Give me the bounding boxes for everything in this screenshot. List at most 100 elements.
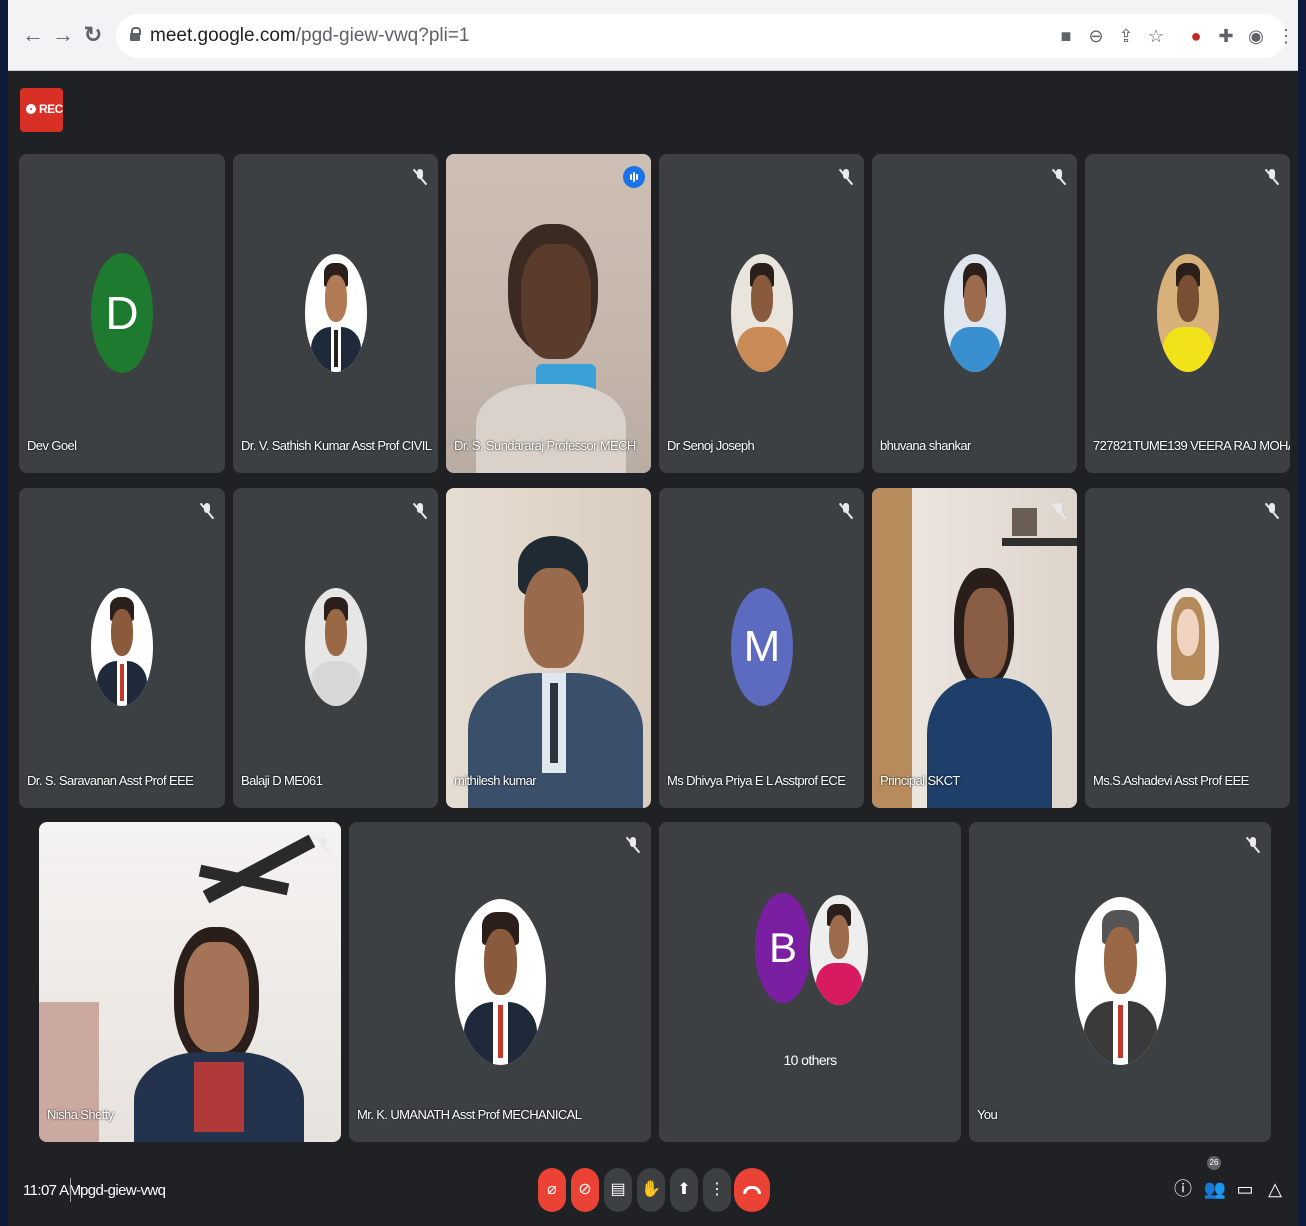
participant-name: bhuvana shankar bbox=[880, 438, 971, 453]
meet-window: ← → ↻ meet.google.com/pgd-giew-vwq?pli=1… bbox=[8, 0, 1298, 1226]
participant-name: Dev Goel bbox=[27, 438, 77, 453]
participant-name: Ms.S.Ashadevi Asst Prof EEE bbox=[1093, 773, 1249, 788]
captions-icon: ▤ bbox=[610, 1181, 626, 1198]
mic-off-icon bbox=[838, 168, 854, 186]
participant-count-badge: 26 bbox=[1207, 1156, 1221, 1170]
avatar bbox=[808, 893, 870, 1007]
hand-icon: ✋ bbox=[641, 1181, 661, 1198]
more-vert-icon: ⋮ bbox=[709, 1181, 725, 1198]
avatar bbox=[1075, 897, 1166, 1065]
participant-name: mithilesh kumar bbox=[454, 773, 537, 788]
leave-call-button[interactable] bbox=[734, 1168, 770, 1212]
participant-name: Balaji D ME061 bbox=[241, 773, 323, 788]
browser-toolbar: ← → ↻ meet.google.com/pgd-giew-vwq?pli=1… bbox=[8, 0, 1298, 71]
mic-off-icon bbox=[838, 502, 854, 520]
chat-icon[interactable]: ▭ bbox=[1233, 1176, 1257, 1202]
mic-off-icon bbox=[412, 502, 428, 520]
avatar bbox=[91, 588, 153, 706]
video-feed bbox=[446, 154, 651, 473]
star-icon[interactable]: ☆ bbox=[1144, 24, 1168, 48]
participant-tile[interactable]: mithilesh kumar bbox=[446, 488, 651, 808]
address-bar[interactable]: meet.google.com/pgd-giew-vwq?pli=1 ■ ⊖ ⇪… bbox=[116, 14, 1295, 58]
others-count: 10 others bbox=[783, 1052, 838, 1068]
more-options-button[interactable]: ⋮ bbox=[703, 1168, 731, 1212]
mic-off-icon bbox=[412, 168, 428, 186]
mic-off-icon bbox=[1051, 168, 1067, 186]
participant-name: Dr. S. Saravanan Asst Prof EEE bbox=[27, 773, 194, 788]
participant-name: Dr. V. Sathish Kumar Asst Prof CIVIL bbox=[241, 438, 432, 453]
avatar-letter: M bbox=[731, 588, 793, 706]
avatar bbox=[305, 588, 367, 706]
meeting-code: pgd-giew-vwq bbox=[80, 1182, 166, 1199]
video-feed bbox=[446, 488, 651, 808]
divider bbox=[70, 1178, 71, 1202]
video-feed bbox=[872, 488, 1077, 808]
mic-off-button[interactable]: ⌀ bbox=[538, 1168, 566, 1212]
participant-tile[interactable]: bhuvana shankar bbox=[872, 154, 1077, 473]
participant-tile[interactable]: M Ms Dhivya Priya E L Asstprof ECE bbox=[659, 488, 864, 808]
captions-button[interactable]: ▤ bbox=[604, 1168, 632, 1212]
avatar bbox=[455, 899, 546, 1065]
record-icon bbox=[26, 104, 36, 114]
participant-name: 727821TUME139 VEERA RAJ MOHAN J. bbox=[1093, 438, 1290, 453]
camera-off-button[interactable]: ⊘ bbox=[571, 1168, 599, 1212]
extension-icon[interactable]: ● bbox=[1184, 24, 1208, 48]
camera-icon[interactable]: ■ bbox=[1054, 24, 1078, 48]
mic-off-icon bbox=[1264, 168, 1280, 186]
participant-name: Dr. S. Sundararaj Professor MECH bbox=[454, 438, 636, 453]
avatar-letter: D bbox=[91, 253, 153, 373]
speaking-indicator-icon bbox=[623, 166, 645, 188]
participant-name: Ms Dhivya Priya E L Asstprof ECE bbox=[667, 773, 846, 788]
participant-tile[interactable]: Ms.S.Ashadevi Asst Prof EEE bbox=[1085, 488, 1290, 808]
reload-icon[interactable]: ↻ bbox=[80, 22, 106, 48]
participant-name: Mr. K. UMANATH Asst Prof MECHANICAL bbox=[357, 1107, 582, 1122]
avatar bbox=[1157, 588, 1219, 706]
participant-name: Dr Senoj Joseph bbox=[667, 438, 755, 453]
avatar bbox=[944, 254, 1006, 372]
self-tile[interactable]: You bbox=[969, 822, 1271, 1142]
arrow-right-icon[interactable]: → bbox=[50, 22, 76, 48]
profile-icon[interactable]: ◉ bbox=[1244, 24, 1268, 48]
phone-hangup-icon bbox=[743, 1186, 761, 1194]
others-tile[interactable]: B 10 others bbox=[659, 822, 961, 1142]
rec-label: REC bbox=[39, 102, 63, 116]
present-icon: ⬆ bbox=[677, 1181, 691, 1198]
mic-off-icon bbox=[1264, 502, 1280, 520]
puzzle-icon[interactable]: ✚ bbox=[1214, 24, 1238, 48]
participant-name: Nisha Shetty bbox=[47, 1107, 114, 1122]
activities-icon[interactable]: △ bbox=[1263, 1176, 1287, 1202]
zoom-icon[interactable]: ⊖ bbox=[1084, 24, 1108, 48]
camera-off-icon: ⊘ bbox=[578, 1181, 592, 1198]
participant-tile[interactable]: Balaji D ME061 bbox=[233, 488, 438, 808]
share-icon[interactable]: ⇪ bbox=[1114, 24, 1138, 48]
participant-tile[interactable]: Dr. S. Saravanan Asst Prof EEE bbox=[19, 488, 225, 808]
participant-tile[interactable]: 727821TUME139 VEERA RAJ MOHAN J. bbox=[1085, 154, 1290, 473]
participant-tile[interactable]: Mr. K. UMANATH Asst Prof MECHANICAL bbox=[349, 822, 651, 1142]
recording-badge: REC bbox=[20, 88, 63, 132]
participant-tile[interactable]: Principal SKCT bbox=[872, 488, 1077, 808]
participant-tile[interactable]: Dr Senoj Joseph bbox=[659, 154, 864, 473]
avatar bbox=[731, 254, 793, 372]
mic-off-icon: ⌀ bbox=[547, 1181, 557, 1198]
participant-tile[interactable]: D Dev Goel bbox=[19, 154, 225, 473]
participant-tile[interactable]: Nisha Shetty bbox=[39, 822, 341, 1142]
avatar-letter: B bbox=[755, 893, 811, 1003]
mic-off-icon bbox=[315, 836, 331, 854]
more-vert-icon[interactable]: ⋮ bbox=[1274, 24, 1298, 48]
video-feed bbox=[39, 822, 341, 1142]
meeting-time: 11:07 AM bbox=[23, 1182, 81, 1199]
avatar bbox=[305, 254, 367, 372]
mic-off-icon bbox=[199, 502, 215, 520]
present-button[interactable]: ⬆ bbox=[670, 1168, 698, 1212]
people-icon[interactable]: 👥 bbox=[1203, 1176, 1227, 1202]
lock-icon[interactable] bbox=[130, 27, 141, 41]
participant-tile[interactable]: Dr. V. Sathish Kumar Asst Prof CIVIL bbox=[233, 154, 438, 473]
info-icon[interactable]: ⓘ bbox=[1171, 1176, 1195, 1202]
arrow-left-icon[interactable]: ← bbox=[20, 22, 46, 48]
url-text[interactable]: meet.google.com/pgd-giew-vwq?pli=1 bbox=[150, 25, 470, 47]
participant-name: Principal SKCT bbox=[880, 773, 960, 788]
participant-tile-speaking[interactable]: Dr. S. Sundararaj Professor MECH bbox=[446, 154, 651, 473]
raise-hand-button[interactable]: ✋ bbox=[637, 1168, 665, 1212]
participant-name: You bbox=[977, 1107, 998, 1122]
avatar bbox=[1157, 254, 1219, 372]
